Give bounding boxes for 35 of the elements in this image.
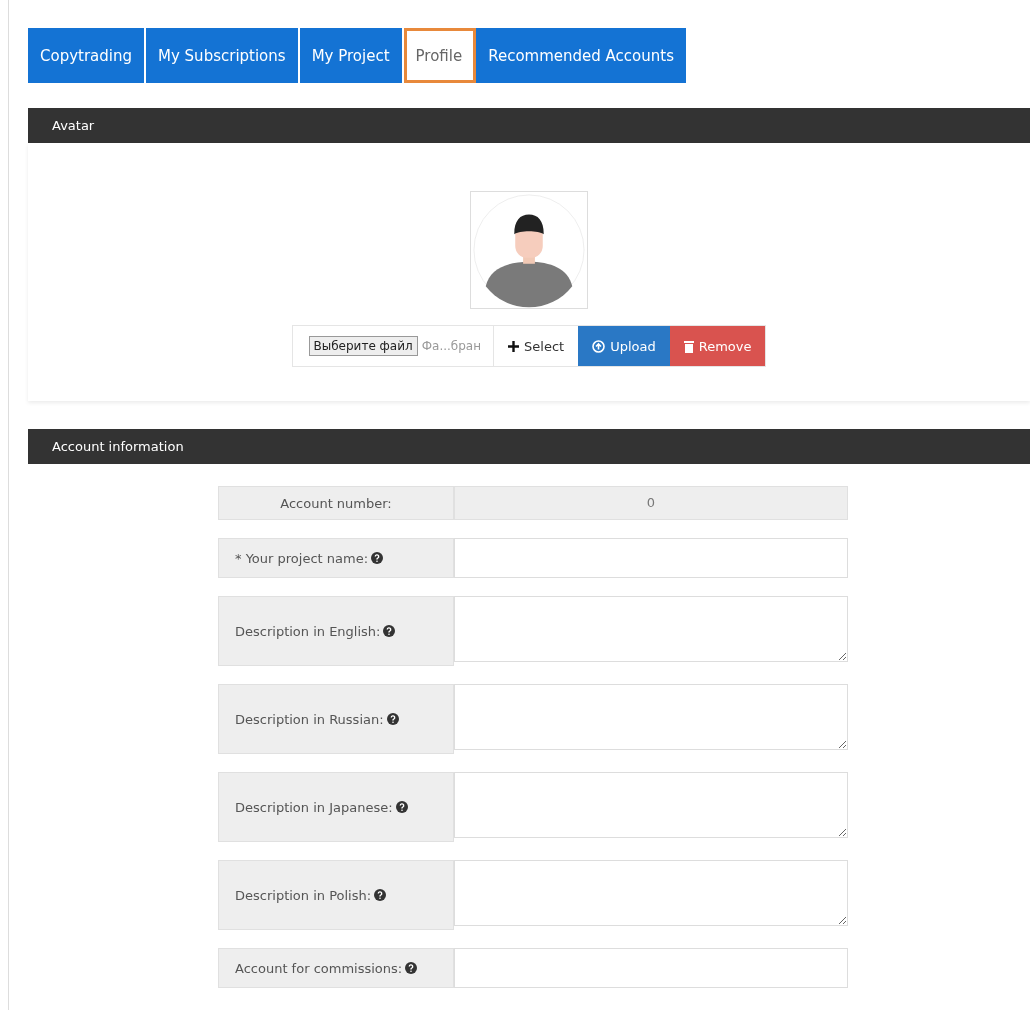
field-label: Description in English:	[235, 623, 381, 639]
trash-icon	[683, 339, 694, 353]
input-field[interactable]	[454, 948, 848, 988]
upload-icon	[592, 339, 606, 353]
help-icon	[383, 625, 396, 637]
file-name: Фа...бран	[421, 339, 482, 353]
section-header: Avatar	[28, 108, 1030, 143]
field-label: Description in Polish:	[235, 887, 372, 903]
tab[interactable]: Recommended Accounts	[476, 28, 688, 83]
avatar-icon	[470, 191, 588, 309]
tab[interactable]: My Subscriptions	[146, 28, 300, 83]
tab[interactable]: Copytrading	[28, 28, 146, 83]
choose-file-button[interactable]: Выберите файл	[308, 336, 418, 356]
tab[interactable]: My Project	[299, 28, 404, 83]
section-header: Account information	[28, 429, 1030, 464]
text-area[interactable]	[454, 772, 848, 838]
field-label: Account for commissions:	[235, 960, 403, 976]
text-area[interactable]	[454, 860, 848, 926]
field-label: Description in Japanese:	[235, 799, 393, 815]
tab[interactable]: Profile	[403, 28, 477, 83]
plus-icon	[508, 340, 520, 352]
field-label: Account number:	[280, 495, 392, 511]
upload-button[interactable]: Upload	[578, 326, 670, 366]
help-icon	[371, 552, 383, 564]
help-icon	[386, 713, 399, 725]
field-label: * Your project name:	[235, 550, 368, 566]
account-number-value: 0	[454, 486, 848, 520]
help-icon	[395, 801, 408, 813]
help-icon	[374, 889, 387, 901]
remove-button[interactable]: Remove	[669, 326, 766, 366]
field-label: Description in Russian:	[235, 711, 384, 727]
text-area[interactable]	[454, 596, 848, 662]
help-icon	[405, 962, 418, 974]
text-area[interactable]	[454, 684, 848, 750]
input-field[interactable]	[454, 538, 848, 578]
